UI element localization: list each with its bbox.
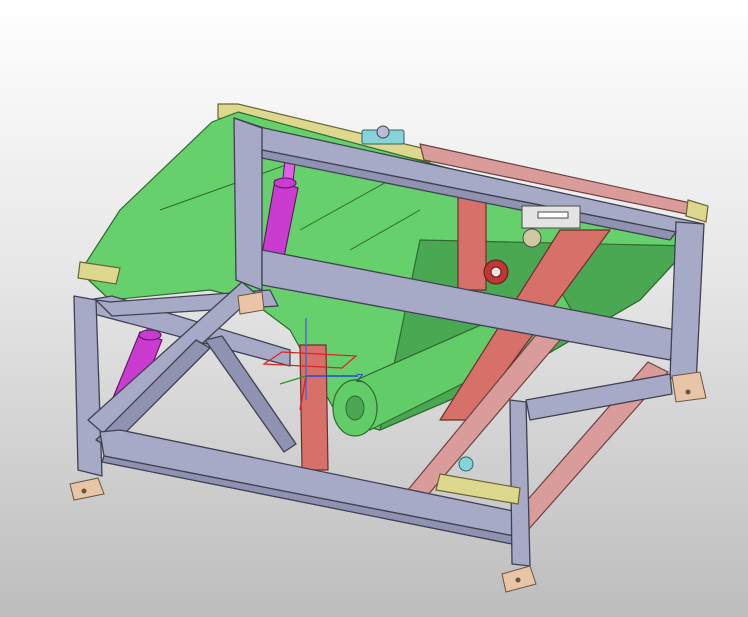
right-rear-leg-lower[interactable] <box>525 373 673 421</box>
foot-pad-right-front[interactable] <box>501 565 537 593</box>
right-front-leg[interactable] <box>509 399 531 567</box>
foot-pad-right-rear[interactable] <box>671 371 707 403</box>
cad-model-render[interactable]: Z <box>0 0 748 617</box>
3d-viewport[interactable]: Z <box>0 0 748 617</box>
foot-pad-left[interactable] <box>69 477 105 501</box>
center-post[interactable] <box>457 191 487 291</box>
axis-label-z: Z <box>356 372 364 385</box>
bearing-block-top[interactable] <box>361 125 405 145</box>
foot-pad-center[interactable] <box>237 291 265 315</box>
bracket-rear-right[interactable] <box>685 199 709 223</box>
caster-cyan[interactable] <box>458 456 474 472</box>
lower-post[interactable] <box>299 344 329 471</box>
drive-wheel[interactable] <box>483 259 509 285</box>
